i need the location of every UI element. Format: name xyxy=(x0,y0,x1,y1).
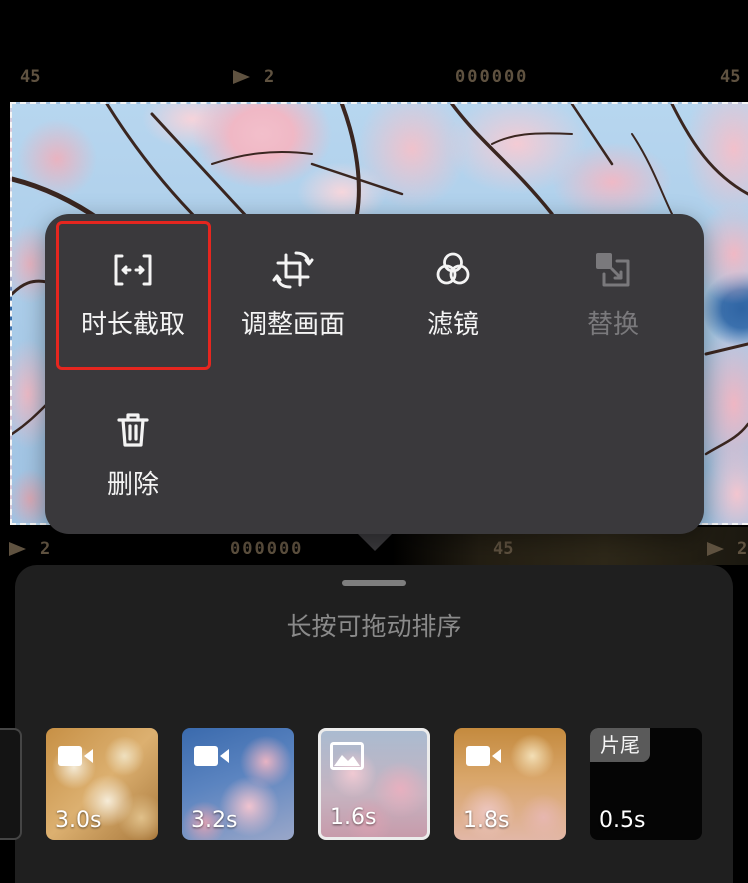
play-marker-icon xyxy=(9,542,26,556)
menu-item-trim-duration[interactable]: 时长截取 xyxy=(58,234,208,374)
outro-tag: 片尾 xyxy=(590,728,650,762)
clip-thumbnail-selected[interactable]: 1.6s xyxy=(318,728,430,840)
clip-duration: 0.5s xyxy=(599,808,646,833)
film-marker-counter: 000000 xyxy=(455,67,529,87)
menu-item-delete[interactable]: 删除 xyxy=(58,394,208,534)
play-marker-icon xyxy=(707,542,724,556)
video-icon xyxy=(466,746,501,766)
menu-item-replace: 替换 xyxy=(538,234,688,374)
menu-item-label: 替换 xyxy=(586,310,639,340)
video-icon xyxy=(58,746,93,766)
menu-item-adjust-frame[interactable]: 调整画面 xyxy=(218,234,368,374)
editor-screen: 45 2 000000 45 2 000000 45 2 时长截取 调整画面 滤… xyxy=(0,0,748,883)
film-marker-frame: 2 xyxy=(737,539,748,559)
video-icon xyxy=(194,746,229,766)
clip-duration: 3.2s xyxy=(191,808,238,833)
clip-duration: 3.0s xyxy=(55,808,102,833)
sheet-hint: 长按可拖动排序 xyxy=(286,612,462,641)
play-marker-icon xyxy=(233,70,250,84)
menu-item-label: 调整画面 xyxy=(240,310,345,340)
clip-thumbnail[interactable]: 1.8s xyxy=(454,728,566,840)
popup-pointer xyxy=(357,533,393,551)
clip-context-menu: 时长截取 调整画面 滤镜 替换 删除 xyxy=(45,214,704,534)
filter-icon xyxy=(431,248,475,292)
film-marker-frame: 2 xyxy=(264,67,275,87)
clip-thumbnail[interactable]: 3.0s xyxy=(46,728,158,840)
sheet-drag-handle[interactable] xyxy=(342,580,406,586)
film-marker-number: 45 xyxy=(720,67,741,87)
menu-item-label: 滤镜 xyxy=(426,310,479,340)
film-marker-number: 45 xyxy=(493,539,514,559)
image-icon xyxy=(330,742,364,770)
clip-duration: 1.6s xyxy=(330,805,377,830)
clip-duration: 1.8s xyxy=(463,808,510,833)
menu-item-filter[interactable]: 滤镜 xyxy=(378,234,528,374)
clip-thumbnail-partial[interactable] xyxy=(0,728,22,840)
crop-rotate-icon xyxy=(271,248,315,292)
menu-item-label: 删除 xyxy=(106,470,159,500)
clip-thumbnail[interactable]: 3.2s xyxy=(182,728,294,840)
film-marker-frame: 2 xyxy=(40,539,51,559)
trash-icon xyxy=(111,408,155,452)
replace-icon xyxy=(591,248,635,292)
trim-duration-icon xyxy=(111,248,155,292)
film-marker-number: 45 xyxy=(20,67,41,87)
clip-thumbnail-outro[interactable]: 片尾 0.5s xyxy=(590,728,702,840)
menu-item-label: 时长截取 xyxy=(80,310,185,340)
film-marker-counter: 000000 xyxy=(230,539,304,559)
